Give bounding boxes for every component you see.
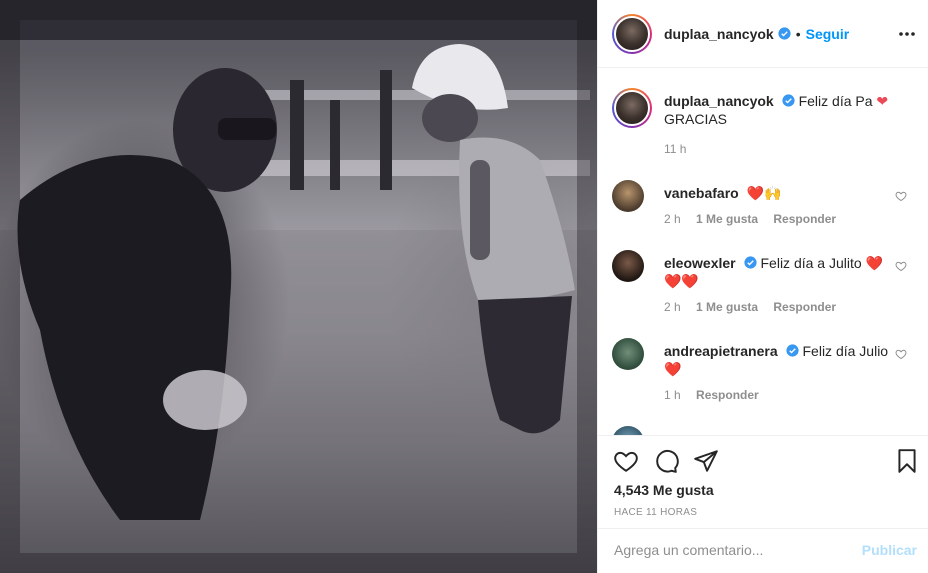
header-separator: • bbox=[795, 25, 801, 42]
post-side-panel: duplaa_nancyok • Seguir duplaa_nancyok F… bbox=[597, 0, 928, 573]
photo-child-face bbox=[422, 94, 478, 142]
comment-likes[interactable]: 1 Me gusta bbox=[696, 300, 758, 314]
comment-emoji: ❤️ bbox=[664, 361, 682, 377]
publish-button[interactable]: Publicar bbox=[862, 542, 917, 558]
comment-meta: 1 h Responder bbox=[664, 388, 771, 402]
comment-username[interactable]: vanebafaro bbox=[664, 185, 739, 201]
save-bookmark-icon[interactable] bbox=[894, 448, 920, 474]
caption-meta: 11 h bbox=[664, 142, 698, 156]
heart-emoji: ❤ bbox=[876, 93, 889, 109]
follow-button[interactable]: Seguir bbox=[806, 26, 850, 42]
photo-child-arm bbox=[470, 160, 490, 260]
comment-meta: 2 h 1 Me gusta Responder bbox=[664, 300, 848, 314]
photo-fence-rail bbox=[0, 40, 597, 52]
verified-badge-icon bbox=[782, 94, 795, 107]
comment-avatar[interactable] bbox=[612, 426, 644, 435]
reply-button[interactable]: Responder bbox=[773, 300, 836, 314]
verified-badge-icon bbox=[778, 27, 791, 40]
post-header: duplaa_nancyok • Seguir bbox=[598, 0, 928, 68]
likes-count[interactable]: 4,543 Me gusta bbox=[614, 482, 714, 498]
like-comment-icon[interactable] bbox=[895, 260, 907, 272]
photo-man-hand bbox=[163, 370, 247, 430]
reply-button[interactable]: Responder bbox=[696, 388, 759, 402]
caption-text-2: GRACIAS bbox=[664, 111, 728, 127]
caption-text: Feliz día Pa bbox=[798, 93, 873, 109]
caption-time[interactable]: 11 h bbox=[664, 142, 686, 156]
comment-avatar[interactable] bbox=[612, 250, 644, 282]
post-photo[interactable] bbox=[0, 0, 597, 573]
share-paper-plane-icon[interactable] bbox=[693, 448, 719, 474]
comment-body: andreapietranera Feliz día Julio ❤️ bbox=[664, 342, 892, 378]
photo-man-glasses bbox=[218, 118, 276, 140]
comment-input[interactable]: Agrega un comentario... bbox=[614, 542, 844, 558]
photo-tree-trunk bbox=[330, 100, 340, 190]
comment-likes[interactable]: 1 Me gusta bbox=[696, 212, 758, 226]
comment-body: vanebafaro ❤️🙌 bbox=[664, 184, 892, 202]
comment-avatar[interactable] bbox=[612, 180, 644, 212]
verified-badge-icon bbox=[744, 256, 757, 269]
header-username[interactable]: duplaa_nancyok bbox=[664, 26, 774, 42]
comment-text: Feliz día Julio bbox=[802, 343, 889, 359]
caption-body: duplaa_nancyok Feliz día Pa ❤ GRACIAS bbox=[664, 92, 892, 128]
like-comment-icon[interactable] bbox=[895, 348, 907, 360]
comment-username[interactable]: andreapietranera bbox=[664, 343, 778, 359]
comment-time[interactable]: 1 h bbox=[664, 388, 681, 402]
like-heart-icon[interactable] bbox=[613, 448, 639, 474]
reply-button[interactable]: Responder bbox=[773, 212, 836, 226]
comment-bubble-icon[interactable] bbox=[653, 448, 679, 474]
photo-tree-trunk bbox=[380, 70, 392, 190]
comment-time[interactable]: 2 h bbox=[664, 300, 681, 314]
comment-avatar[interactable] bbox=[612, 338, 644, 370]
add-comment-bar: Agrega un comentario... Publicar bbox=[598, 528, 928, 573]
comment-body: eleowexler Feliz día a Julito ❤️❤️❤️ bbox=[664, 254, 892, 290]
comment-username[interactable]: eleowexler bbox=[664, 255, 736, 271]
comment-text: Feliz día a Julito bbox=[760, 255, 862, 271]
post-actions: 4,543 Me gusta HACE 11 HORAS bbox=[598, 435, 928, 528]
photo-image bbox=[0, 0, 597, 573]
post-time-ago[interactable]: HACE 11 HORAS bbox=[614, 507, 697, 518]
verified-badge-icon bbox=[786, 344, 799, 357]
comment-time[interactable]: 2 h bbox=[664, 212, 681, 226]
photo-tree-trunk bbox=[290, 80, 304, 190]
comments-list[interactable]: duplaa_nancyok Feliz día Pa ❤ GRACIAS 11… bbox=[598, 68, 928, 435]
comment-emoji: ❤️🙌 bbox=[746, 185, 782, 201]
caption-username[interactable]: duplaa_nancyok bbox=[664, 93, 774, 109]
like-comment-icon[interactable] bbox=[895, 190, 907, 202]
header-avatar[interactable] bbox=[612, 13, 652, 54]
more-options-icon[interactable] bbox=[897, 24, 917, 44]
comment-meta: 2 h 1 Me gusta Responder bbox=[664, 212, 848, 226]
caption-avatar[interactable] bbox=[612, 88, 652, 128]
